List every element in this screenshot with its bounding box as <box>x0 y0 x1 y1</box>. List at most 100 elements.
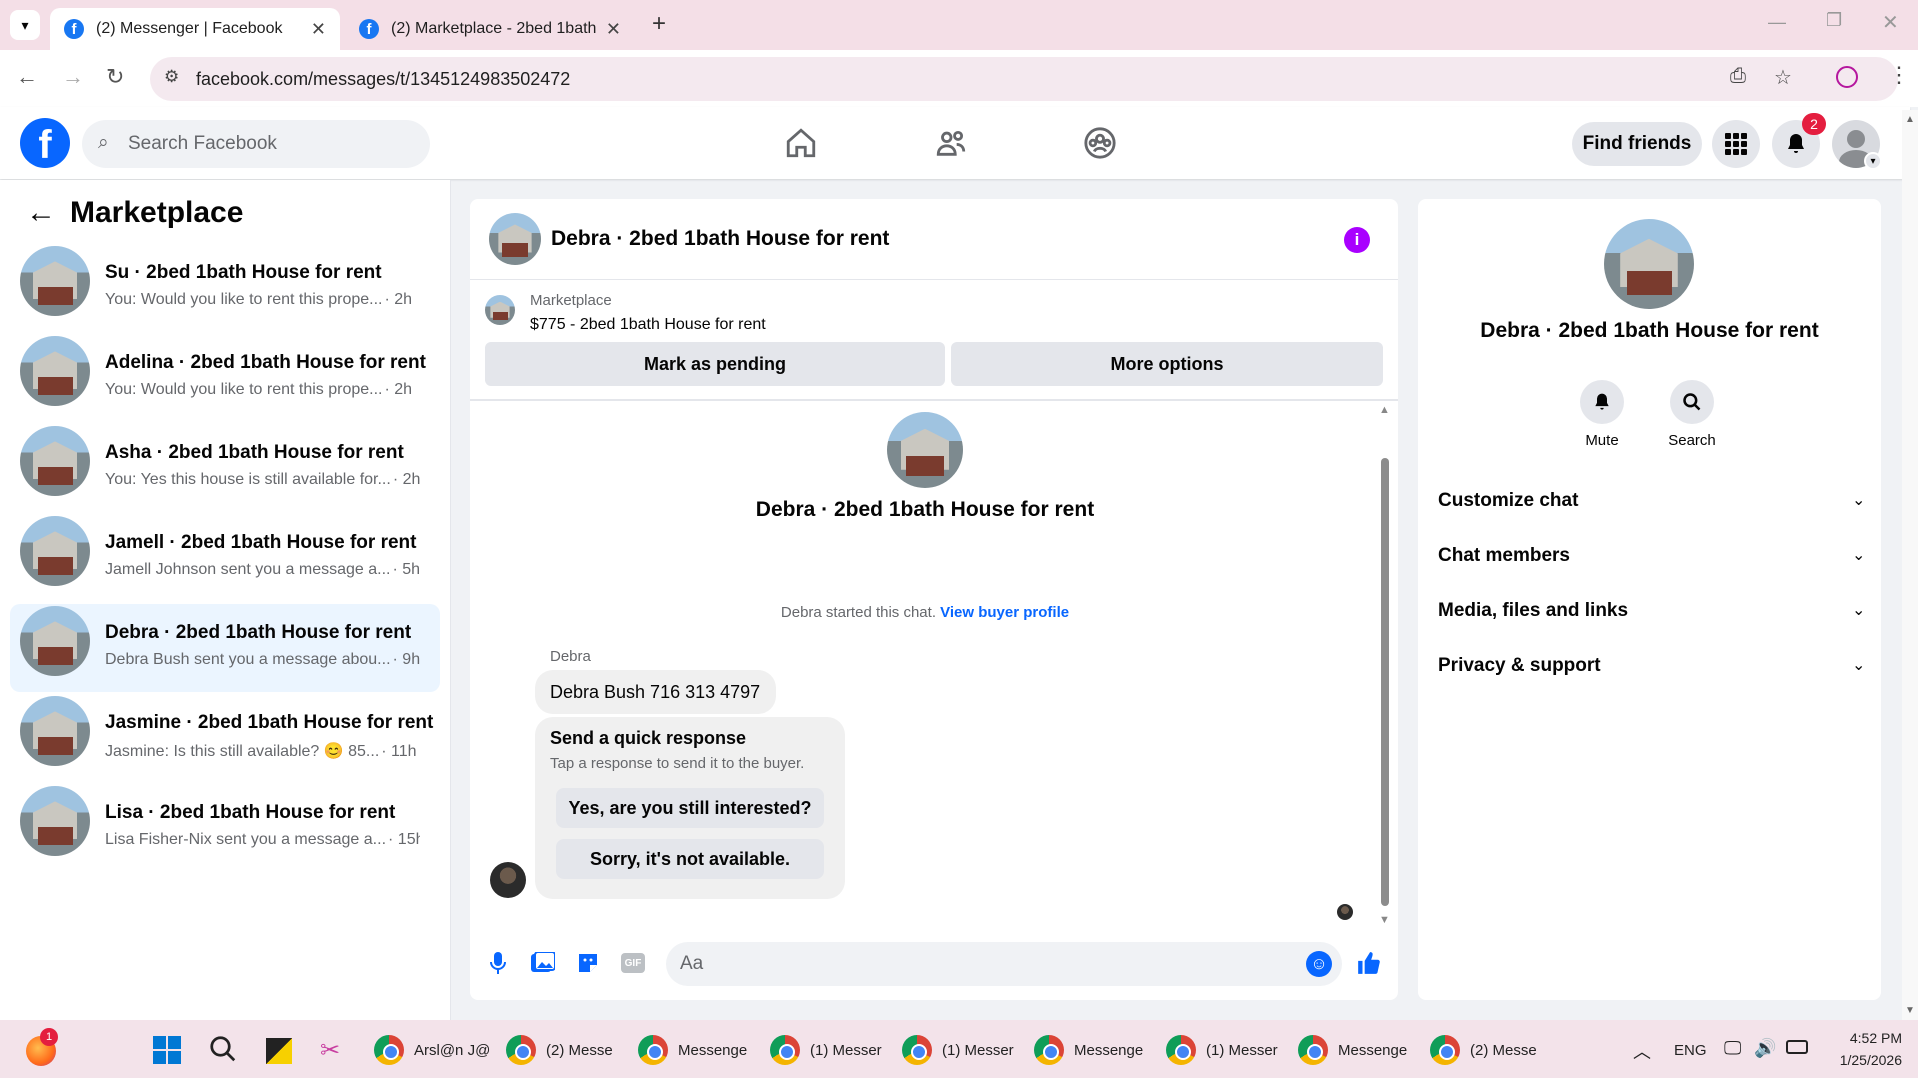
search-in-chat-button[interactable] <box>1670 380 1714 424</box>
groups-icon[interactable] <box>1083 126 1117 165</box>
facebook-search-input[interactable]: ⌕ Search Facebook <box>82 120 430 168</box>
privacy-support-section[interactable]: Privacy & support <box>1438 655 1601 677</box>
page-scrollbar[interactable]: ▲ ▼ <box>1902 110 1918 1020</box>
tab-search-button[interactable]: ▾ <box>10 10 40 40</box>
home-icon[interactable] <box>784 126 818 165</box>
details-avatar[interactable] <box>1604 219 1694 309</box>
info-icon[interactable]: i <box>1344 227 1370 253</box>
windows-start-icon[interactable] <box>153 1036 181 1064</box>
listing-price-title[interactable]: $775 - 2bed 1bath House for rent <box>530 316 766 334</box>
chat-intro-name: Debra · 2bed 1bath House for rent <box>755 498 1095 521</box>
show-hidden-icons[interactable]: ︿ <box>1633 1038 1651 1064</box>
message-input[interactable]: Aa ☺ <box>666 942 1342 986</box>
conversation-item[interactable]: Jamell · 2bed 1bath House for rent Jamell… <box>10 514 440 602</box>
media-files-links-section[interactable]: Media, files and links <box>1438 600 1628 622</box>
chat-scrollbar[interactable]: ▲ ▼ <box>1379 404 1391 926</box>
taskbar-app-label: Messenge <box>678 1041 748 1059</box>
snipping-tool-icon[interactable]: ✂ <box>320 1036 340 1065</box>
install-app-icon[interactable]: ⎙ <box>1730 65 1746 88</box>
profile-icon[interactable] <box>1836 66 1858 88</box>
tab-title: (2) Messenger | Facebook <box>96 20 283 37</box>
chrome-icon <box>770 1035 800 1065</box>
conversation-item[interactable]: Jasmine · 2bed 1bath House for rent Jasmi… <box>10 694 440 782</box>
conversation-item[interactable]: Adelina · 2bed 1bath House for rent You: … <box>10 334 440 422</box>
close-tab-icon[interactable]: ✕ <box>606 19 621 40</box>
taskbar-app-label: (1) Messer <box>810 1041 882 1059</box>
view-buyer-profile-link[interactable]: View buyer profile <box>940 604 1069 621</box>
taskbar-app-button[interactable]: (1) Messer <box>770 1034 882 1066</box>
sticky-notes-icon[interactable] <box>266 1038 292 1064</box>
conversation-preview-text: Jamell Johnson sent you a message a... <box>105 561 391 578</box>
chat-title[interactable]: Debra · 2bed 1bath House for rent <box>551 227 889 251</box>
conversation-item[interactable]: Debra · 2bed 1bath House for rent Debra B… <box>10 604 440 692</box>
restore-window-icon[interactable]: ❐ <box>1826 10 1842 31</box>
more-options-button[interactable]: More options <box>951 342 1383 386</box>
taskbar-app-button[interactable]: (2) Messe <box>506 1034 613 1066</box>
taskbar-app-button[interactable]: Messenge <box>1298 1034 1407 1066</box>
back-arrow-icon[interactable]: ← <box>16 64 38 90</box>
mute-button[interactable] <box>1580 380 1624 424</box>
microphone-icon[interactable] <box>485 950 511 976</box>
conversation-item[interactable]: Lisa · 2bed 1bath House for rent Lisa Fis… <box>10 784 440 872</box>
battery-icon[interactable] <box>1786 1040 1808 1054</box>
menu-button[interactable] <box>1712 120 1760 168</box>
conversation-item[interactable]: Asha · 2bed 1bath House for rent You: Yes… <box>10 424 440 512</box>
taskbar-search-icon[interactable] <box>208 1034 238 1069</box>
chevron-down-icon[interactable]: ⌄ <box>1852 545 1865 565</box>
message-text: Debra Bush 716 313 4797 <box>550 681 761 702</box>
facebook-logo[interactable]: f <box>20 118 70 168</box>
close-tab-icon[interactable]: ✕ <box>311 19 326 40</box>
minimize-window-icon[interactable]: — <box>1768 12 1786 33</box>
taskbar-app-button[interactable]: Messenge <box>1034 1034 1143 1066</box>
chat-started-text: Debra started this chat. <box>780 604 936 621</box>
url-bar[interactable]: ⚙ facebook.com/messages/t/13451249835024… <box>150 57 1898 101</box>
taskbar-app-button[interactable]: (1) Messer <box>902 1034 1014 1066</box>
chevron-down-icon[interactable]: ⌄ <box>1852 655 1865 675</box>
close-window-icon[interactable]: ✕ <box>1882 10 1899 35</box>
chevron-down-icon[interactable]: ⌄ <box>1852 600 1865 620</box>
bookmark-star-icon[interactable]: ☆ <box>1774 65 1792 90</box>
clock-time[interactable]: 4:52 PM <box>1826 1030 1902 1046</box>
listing-thumbnail[interactable] <box>485 295 515 325</box>
chat-header-avatar[interactable] <box>489 213 541 265</box>
tab-messenger[interactable]: f (2) Messenger | Facebook ✕ <box>50 8 340 50</box>
taskbar-badge: 1 <box>40 1028 58 1046</box>
volume-icon[interactable]: 🔊 <box>1754 1038 1776 1059</box>
language-indicator[interactable]: ENG <box>1674 1042 1707 1059</box>
sender-avatar[interactable] <box>490 862 526 898</box>
account-chevron-icon[interactable]: ▾ <box>1864 152 1882 170</box>
network-icon[interactable]: 🖵 <box>1724 1038 1741 1059</box>
search-icon: ⌕ <box>98 132 109 153</box>
thumbs-up-icon[interactable] <box>1356 950 1382 976</box>
browser-menu-icon[interactable]: ⋮ <box>1888 62 1910 88</box>
chat-members-section[interactable]: Chat members <box>1438 545 1570 567</box>
details-name: Debra · 2bed 1bath House for rent <box>1480 319 1819 342</box>
find-friends-button[interactable]: Find friends <box>1572 122 1702 166</box>
sticker-icon[interactable] <box>575 950 601 976</box>
clock-date[interactable]: 1/25/2026 <box>1826 1052 1902 1068</box>
customize-chat-section[interactable]: Customize chat <box>1438 490 1578 512</box>
photo-icon[interactable] <box>530 950 556 976</box>
taskbar-app-button[interactable]: Arsl@n J@ <box>374 1034 490 1066</box>
chrome-icon <box>374 1035 404 1065</box>
taskbar-app-button[interactable]: (1) Messer <box>1166 1034 1278 1066</box>
emoji-icon[interactable]: ☺ <box>1306 951 1332 977</box>
back-arrow-icon[interactable]: ← <box>26 196 56 230</box>
quick-response-not-available-button[interactable]: Sorry, it's not available. <box>556 839 824 879</box>
reload-icon[interactable]: ↻ <box>106 64 124 90</box>
taskbar-app-button[interactable]: Messenge <box>638 1034 747 1066</box>
forward-arrow-icon[interactable]: → <box>62 64 84 90</box>
quick-response-interested-button[interactable]: Yes, are you still interested? <box>556 788 824 828</box>
taskbar-app-label: (2) Messe <box>1470 1041 1537 1059</box>
site-info-icon[interactable]: ⚙ <box>164 67 179 87</box>
mark-as-pending-button[interactable]: Mark as pending <box>485 342 945 386</box>
chevron-down-icon[interactable]: ⌄ <box>1852 490 1865 510</box>
tab-marketplace[interactable]: f (2) Marketplace - 2bed 1bath H ✕ <box>345 8 635 50</box>
friends-icon[interactable] <box>934 126 968 165</box>
conversation-item[interactable]: Su · 2bed 1bath House for rent You: Would… <box>10 244 440 332</box>
gif-icon[interactable]: GIF <box>620 950 646 976</box>
taskbar-app-button[interactable]: (2) Messe <box>1430 1034 1537 1066</box>
new-tab-button[interactable]: + <box>652 10 666 38</box>
chat-intro-avatar[interactable] <box>887 412 963 488</box>
message-bubble[interactable]: Debra Bush 716 313 4797 <box>535 670 776 714</box>
